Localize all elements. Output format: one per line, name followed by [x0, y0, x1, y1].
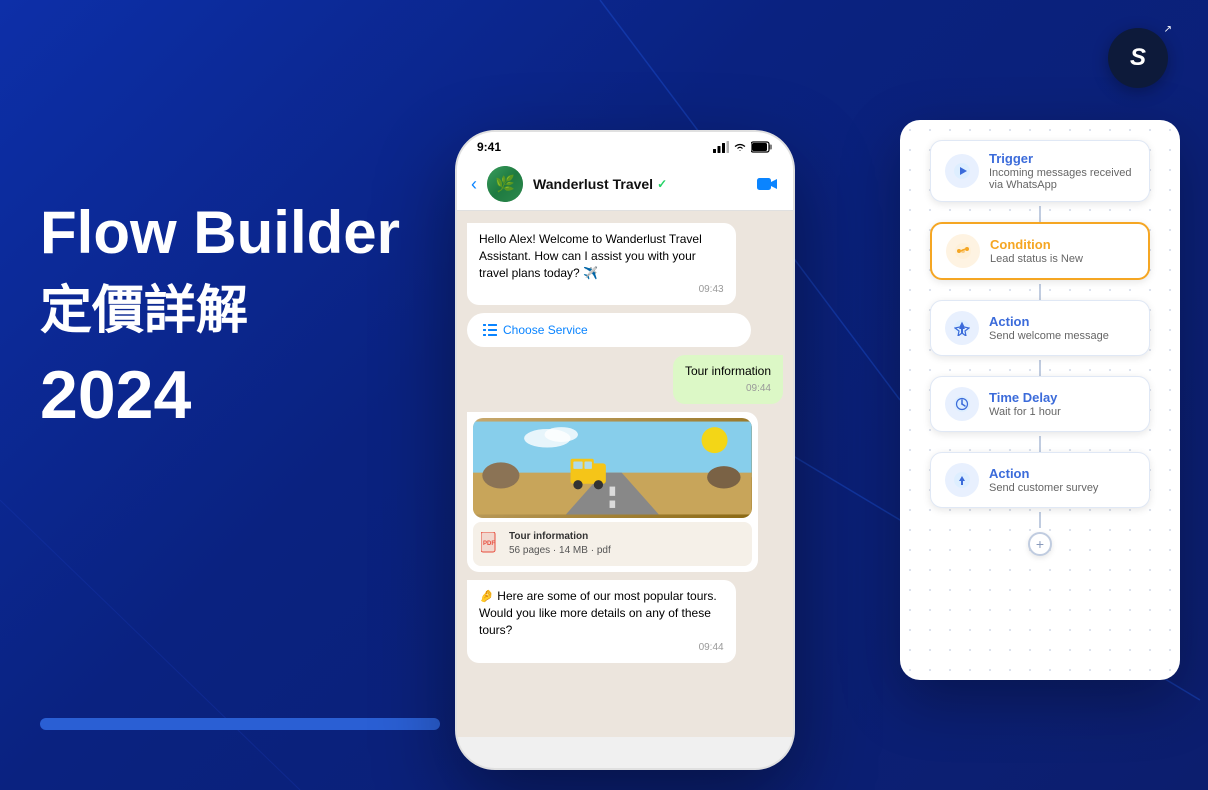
logo-badge: S ↗ [1108, 28, 1168, 88]
message-sent-1: Tour information 09:44 [673, 355, 783, 404]
action1-text: Action Send welcome message [989, 314, 1109, 342]
flow-content: Trigger Incoming messages received via W… [916, 140, 1164, 556]
hero-title-line1: Flow Builder [40, 200, 400, 266]
flow-node-action2[interactable]: Action Send customer survey [930, 452, 1150, 508]
list-icon [483, 324, 497, 336]
clock-icon-svg [954, 396, 970, 412]
hero-year: 2024 [40, 358, 400, 433]
phone-frame: 9:41 [455, 130, 795, 770]
flow-builder-panel: Trigger Incoming messages received via W… [900, 120, 1180, 680]
action2-icon-svg [954, 472, 970, 488]
action2-text: Action Send customer survey [989, 466, 1098, 494]
battery-icon [751, 141, 773, 153]
action-icon-svg [954, 320, 970, 336]
chat-area: Hello Alex! Welcome to Wanderlust Travel… [457, 211, 793, 737]
flow-node-delay[interactable]: Time Delay Wait for 1 hour [930, 376, 1150, 432]
connector-5 [1039, 512, 1041, 528]
add-node-button[interactable]: + [1028, 532, 1052, 556]
connector-4 [1039, 436, 1041, 452]
hero-title-line2: 定價詳解 [40, 282, 400, 342]
condition-text: Condition Lead status is New [990, 237, 1083, 265]
pdf-info: Tour information 56 pages · 14 MB · pdf [509, 530, 611, 558]
tour-image [473, 418, 752, 518]
trigger-text: Trigger Incoming messages received via W… [989, 151, 1135, 191]
action2-icon [945, 463, 979, 497]
pdf-icon: PDF [481, 532, 501, 556]
phone-mockup: 9:41 [455, 130, 795, 770]
delay-icon [945, 387, 979, 421]
status-bar: 9:41 [457, 132, 793, 158]
hero-section: Flow Builder 定價詳解 2024 [40, 200, 400, 433]
choose-service-btn[interactable]: Choose Service [467, 313, 751, 347]
connector-3 [1039, 360, 1041, 376]
status-icons [713, 141, 773, 153]
verified-badge: ✓ [657, 177, 667, 191]
video-call-icon[interactable] [757, 175, 779, 193]
bottom-accent-bar [40, 718, 440, 730]
svg-text:PDF: PDF [483, 541, 495, 547]
condition-icon [946, 234, 980, 268]
pdf-attachment: PDF Tour information 56 pages · 14 MB · … [473, 522, 752, 566]
connector-1 [1039, 206, 1041, 222]
wifi-icon [733, 142, 747, 152]
action1-icon [945, 311, 979, 345]
message-received-1: Hello Alex! Welcome to Wanderlust Travel… [467, 223, 736, 305]
play-icon [954, 163, 970, 179]
flow-node-trigger[interactable]: Trigger Incoming messages received via W… [930, 140, 1150, 202]
contact-avatar: 🌿 [487, 166, 523, 202]
message-received-2: 🤌 Here are some of our most popular tour… [467, 580, 736, 662]
condition-icon-svg [955, 243, 971, 259]
contact-name: Wanderlust Travel ✓ [533, 176, 747, 192]
logo-text: S [1130, 44, 1146, 72]
status-time: 9:41 [477, 140, 501, 154]
avatar-image: 🌿 [487, 166, 523, 202]
image-pdf-message: PDF Tour information 56 pages · 14 MB · … [467, 412, 758, 572]
delay-text: Time Delay Wait for 1 hour [989, 390, 1061, 418]
connector-2 [1039, 284, 1041, 300]
flow-node-action1[interactable]: Action Send welcome message [930, 300, 1150, 356]
back-icon[interactable]: ‹ [471, 174, 477, 195]
trigger-icon [945, 154, 979, 188]
logo-arrow: ↗ [1164, 24, 1172, 35]
flow-node-condition[interactable]: Condition Lead status is New [930, 222, 1150, 280]
chat-header: ‹ 🌿 Wanderlust Travel ✓ [457, 158, 793, 211]
signal-icon [713, 141, 729, 153]
